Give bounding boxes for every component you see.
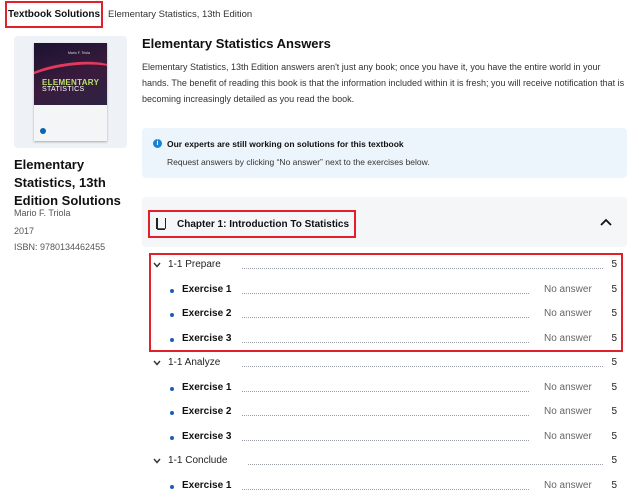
bullet-icon: [170, 338, 174, 342]
exercise-label[interactable]: Exercise 2: [182, 308, 232, 319]
leader-dots: [242, 366, 603, 367]
book-isbn: ISBN: 9780134462455: [14, 242, 106, 252]
bullet-icon: [170, 289, 174, 293]
cover-author: Mario F. Triola: [68, 51, 90, 55]
leader-dots: [248, 464, 603, 465]
page-title: Elementary Statistics Answers: [142, 36, 331, 51]
exercise-count: 5: [611, 333, 617, 344]
leader-dots: [242, 317, 529, 318]
bullet-icon: [170, 313, 174, 317]
leader-dots: [242, 293, 529, 294]
no-answer-link[interactable]: No answer: [544, 431, 592, 442]
chevron-up-icon[interactable]: [600, 218, 612, 226]
exercise-count: 5: [611, 308, 617, 319]
notice-subtitle: Request answers by clicking “No answer” …: [167, 157, 430, 167]
info-notice: i Our experts are still working on solut…: [142, 128, 627, 178]
exercise-label[interactable]: Exercise 3: [182, 431, 232, 442]
breadcrumb-textbook-solutions[interactable]: Textbook Solutions: [5, 1, 103, 28]
no-answer-link[interactable]: No answer: [544, 333, 592, 344]
section-label: 1-1 Conclude: [168, 455, 228, 466]
intro-text: Elementary Statistics, 13th Edition answ…: [142, 62, 625, 104]
leader-dots: [242, 415, 529, 416]
exercise-row[interactable]: Exercise 2 No answer 5: [142, 405, 627, 425]
no-answer-link[interactable]: No answer: [544, 308, 592, 319]
exercise-count: 5: [611, 480, 617, 491]
chevron-down-icon[interactable]: [153, 262, 161, 268]
notice-title: Our experts are still working on solutio…: [167, 139, 404, 149]
book-year: 2017: [14, 226, 35, 236]
chevron-down-icon[interactable]: [153, 360, 161, 366]
section-count: 5: [611, 259, 617, 270]
leader-dots: [242, 268, 603, 269]
cover-title: ELEMENTARY STATISTICS: [42, 78, 100, 94]
info-icon: i: [153, 139, 162, 148]
exercise-label[interactable]: Exercise 3: [182, 333, 232, 344]
exercise-row[interactable]: Exercise 1 No answer 5: [142, 381, 627, 401]
breadcrumb-current[interactable]: Elementary Statistics, 13th Edition: [108, 9, 252, 20]
bullet-icon: [170, 485, 174, 489]
chapter-title-highlight[interactable]: Chapter 1: Introduction To Statistics: [148, 210, 356, 238]
cover-stripe: [34, 105, 107, 141]
bullet-icon: [170, 387, 174, 391]
exercise-label[interactable]: Exercise 1: [182, 284, 232, 295]
section-label: 1-1 Prepare: [168, 259, 221, 270]
exercise-row[interactable]: Exercise 3 No answer 5: [142, 332, 627, 352]
leader-dots: [242, 440, 529, 441]
bullet-icon: [170, 411, 174, 415]
chapter-title: Chapter 1: Introduction To Statistics: [177, 219, 350, 230]
exercise-count: 5: [611, 406, 617, 417]
no-answer-link[interactable]: No answer: [544, 284, 592, 295]
section-row[interactable]: 1-1 Conclude 5: [142, 454, 627, 474]
exercise-label[interactable]: Exercise 2: [182, 406, 232, 417]
cover-title-line2: STATISTICS: [42, 86, 85, 93]
exercise-row[interactable]: Exercise 3 No answer 5: [142, 430, 627, 450]
chevron-down-icon[interactable]: [153, 458, 161, 464]
exercise-row[interactable]: Exercise 2 No answer 5: [142, 307, 627, 327]
no-answer-link[interactable]: No answer: [544, 480, 592, 491]
breadcrumb-label: Textbook Solutions: [7, 9, 101, 20]
book-icon: [156, 218, 166, 230]
book-cover-image: Mario F. Triola ELEMENTARY STATISTICS: [34, 43, 107, 141]
section-count: 5: [611, 357, 617, 368]
leader-dots: [242, 342, 529, 343]
publisher-logo: [40, 128, 46, 134]
no-answer-link[interactable]: No answer: [544, 382, 592, 393]
section-label: 1-1 Analyze: [168, 357, 221, 368]
section-count: 5: [611, 455, 617, 466]
book-title: Elementary Statistics, 13th Edition Solu…: [14, 157, 121, 208]
book-author: Mario F. Triola: [14, 208, 71, 218]
exercise-row[interactable]: Exercise 1 No answer 5: [142, 283, 627, 303]
section-row[interactable]: 1-1 Prepare 5: [142, 258, 627, 278]
leader-dots: [242, 391, 529, 392]
exercise-label[interactable]: Exercise 1: [182, 480, 232, 491]
leader-dots: [242, 489, 529, 490]
exercise-row[interactable]: Exercise 1 No answer 5: [142, 479, 627, 499]
bullet-icon: [170, 436, 174, 440]
cover-title-line1: ELEMENTARY: [42, 78, 100, 87]
exercise-count: 5: [611, 284, 617, 295]
book-cover-container[interactable]: Mario F. Triola ELEMENTARY STATISTICS: [14, 36, 127, 148]
section-row[interactable]: 1-1 Analyze 5: [142, 356, 627, 376]
exercise-label[interactable]: Exercise 1: [182, 382, 232, 393]
no-answer-link[interactable]: No answer: [544, 406, 592, 417]
exercise-count: 5: [611, 382, 617, 393]
chapter-accordion-header[interactable]: Chapter 1: Introduction To Statistics: [142, 197, 627, 247]
exercise-count: 5: [611, 431, 617, 442]
